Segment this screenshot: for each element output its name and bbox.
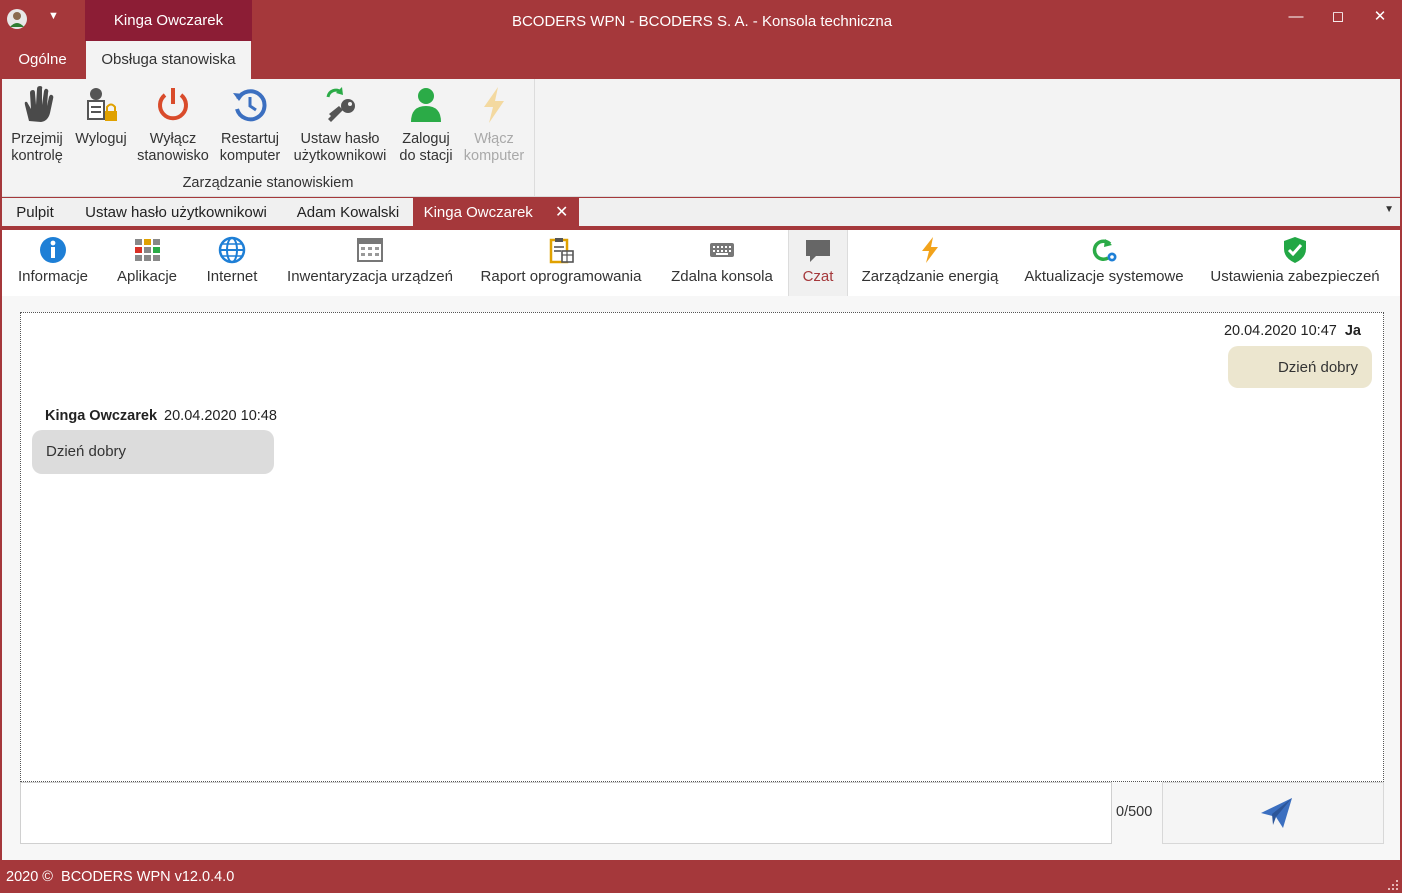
apps-button[interactable]: Aplikacje: [102, 230, 192, 296]
chat-label: Czat: [802, 268, 834, 285]
shutdown-label: Wyłącz stanowisko: [137, 131, 209, 164]
globe-icon: [218, 236, 246, 264]
doc-tab-set-password[interactable]: Ustaw hasło użytkownikowi: [70, 198, 282, 226]
system-updates-label: Aktualizacje systemowe: [1024, 268, 1184, 285]
user-lock-icon: [87, 88, 117, 121]
info-icon: [40, 237, 66, 263]
info-label: Informacje: [17, 268, 89, 285]
tabs-dropdown-icon[interactable]: ▼: [1384, 204, 1394, 215]
window-title: BCODERS WPN - BCODERS S. A. - Konsola te…: [511, 13, 893, 30]
close-icon[interactable]: ✕: [1365, 6, 1395, 30]
clipboard-report-icon: [549, 238, 574, 264]
send-button[interactable]: [1162, 782, 1384, 844]
feature-toolbar: Informacje Aplikacje Internet Inwentaryz…: [2, 230, 1400, 296]
app-avatar-icon[interactable]: [6, 8, 28, 30]
login-station-label: Zaloguj do stacji: [399, 131, 453, 164]
power-management-button[interactable]: Zarządzanie energią: [854, 230, 1006, 296]
info-button[interactable]: Informacje: [10, 230, 96, 296]
close-tab-icon[interactable]: ✕: [555, 204, 568, 221]
chevron-down-icon[interactable]: ▼: [48, 10, 59, 22]
bolt-icon: [484, 87, 504, 123]
doc-tab-desktop[interactable]: Pulpit: [2, 198, 68, 226]
status-bar: 2020 © BCODERS WPN v12.0.4.0: [0, 862, 1402, 893]
bolt-icon: [922, 237, 938, 263]
key-refresh-icon: [326, 87, 355, 122]
chat-button[interactable]: Czat: [788, 230, 848, 296]
take-control-label: Przejmij kontrolę: [11, 131, 63, 164]
maximize-icon[interactable]: ◻: [1323, 6, 1353, 30]
restart-button[interactable]: Restartuj komputer: [214, 85, 286, 171]
minimize-icon[interactable]: —: [1281, 6, 1311, 30]
char-counter: 0/500: [1116, 804, 1153, 820]
system-updates-button[interactable]: Aktualizacje systemowe: [1016, 230, 1192, 296]
ribbon-group-label: Zarządzanie stanowiskiem: [182, 175, 354, 191]
hand-icon: [24, 86, 54, 122]
chat-bubble-icon: [806, 240, 830, 262]
chat-panel: 20.04.2020 10:47 Ja Dzień dobry Kinga Ow…: [2, 296, 1400, 860]
their-message-time: 20.04.2020 10:48: [164, 408, 277, 424]
wake-computer-button[interactable]: Włącz komputer: [460, 85, 528, 171]
ribbon-tabs: Ogólne Obsługa stanowiska: [0, 41, 1402, 79]
power-icon: [158, 88, 188, 121]
set-password-label: Ustaw hasło użytkownikowi: [293, 131, 387, 164]
my-message-time: 20.04.2020 10:47: [1223, 323, 1337, 339]
software-report-label: Raport oprogramowania: [480, 268, 642, 285]
chat-history[interactable]: 20.04.2020 10:47 Ja Dzień dobry Kinga Ow…: [20, 312, 1384, 782]
message-input[interactable]: [20, 782, 1112, 844]
doc-tab-kinga-owczarek[interactable]: Kinga Owczarek ✕: [413, 198, 579, 226]
ribbon: Przejmij kontrolę Wyloguj Wyłącz stanowi…: [2, 79, 1400, 197]
internet-label: Internet: [206, 268, 258, 285]
my-message-meta: 20.04.2020 10:47 Ja: [1224, 323, 1361, 339]
logout-button[interactable]: Wyloguj: [70, 85, 132, 171]
their-message-bubble: Dzień dobry: [32, 430, 274, 474]
remote-console-button[interactable]: Zdalna konsola: [662, 230, 782, 296]
take-control-button[interactable]: Przejmij kontrolę: [4, 85, 70, 171]
security-settings-button[interactable]: Ustawienia zabezpieczeń: [1202, 230, 1388, 296]
set-password-button[interactable]: Ustaw hasło użytkownikowi: [288, 85, 392, 171]
user-tab[interactable]: Kinga Owczarek: [85, 0, 252, 41]
ribbon-tab-station-service[interactable]: Obsługa stanowiska: [86, 41, 251, 79]
shield-check-icon: [1284, 237, 1306, 263]
apps-label: Aplikacje: [116, 268, 178, 285]
version-text: 2020 © BCODERS WPN v12.0.4.0: [6, 869, 235, 885]
security-settings-label: Ustawienia zabezpieczeń: [1210, 268, 1380, 285]
apps-grid-icon: [135, 239, 160, 261]
user-icon: [411, 88, 441, 122]
logout-label: Wyloguj: [75, 131, 127, 147]
update-gear-icon: [1092, 239, 1117, 262]
my-message-bubble: Dzień dobry: [1228, 346, 1372, 388]
ribbon-group-divider: [534, 79, 535, 196]
restart-icon: [233, 89, 267, 122]
login-station-button[interactable]: Zaloguj do stacji: [394, 85, 458, 171]
remote-console-label: Zdalna konsola: [671, 268, 773, 285]
shutdown-button[interactable]: Wyłącz stanowisko: [134, 85, 212, 171]
their-message-author: Kinga Owczarek: [45, 408, 158, 424]
software-report-button[interactable]: Raport oprogramowania: [472, 230, 650, 296]
power-management-label: Zarządzanie energią: [861, 268, 999, 285]
inventory-label: Inwentaryzacja urządzeń: [287, 268, 453, 285]
resize-grip-icon[interactable]: [1388, 880, 1398, 890]
send-icon: [1261, 798, 1292, 828]
their-message-meta: Kinga Owczarek 20.04.2020 10:48: [45, 408, 277, 424]
title-bar: ▼ Kinga Owczarek BCODERS WPN - BCODERS S…: [0, 0, 1402, 41]
calendar-grid-icon: [357, 238, 383, 262]
doc-tab-label: Kinga Owczarek: [423, 204, 533, 221]
keyboard-icon: [710, 243, 734, 257]
ribbon-tab-general[interactable]: Ogólne: [0, 41, 85, 79]
internet-button[interactable]: Internet: [194, 230, 270, 296]
restart-label: Restartuj komputer: [219, 131, 281, 164]
inventory-button[interactable]: Inwentaryzacja urządzeń: [278, 230, 462, 296]
document-tabs: Pulpit Ustaw hasło użytkownikowi Adam Ko…: [2, 198, 1400, 228]
my-message-author: Ja: [1344, 323, 1361, 339]
wake-computer-label: Włącz komputer: [463, 131, 525, 164]
doc-tab-adam-kowalski[interactable]: Adam Kowalski: [284, 198, 412, 226]
